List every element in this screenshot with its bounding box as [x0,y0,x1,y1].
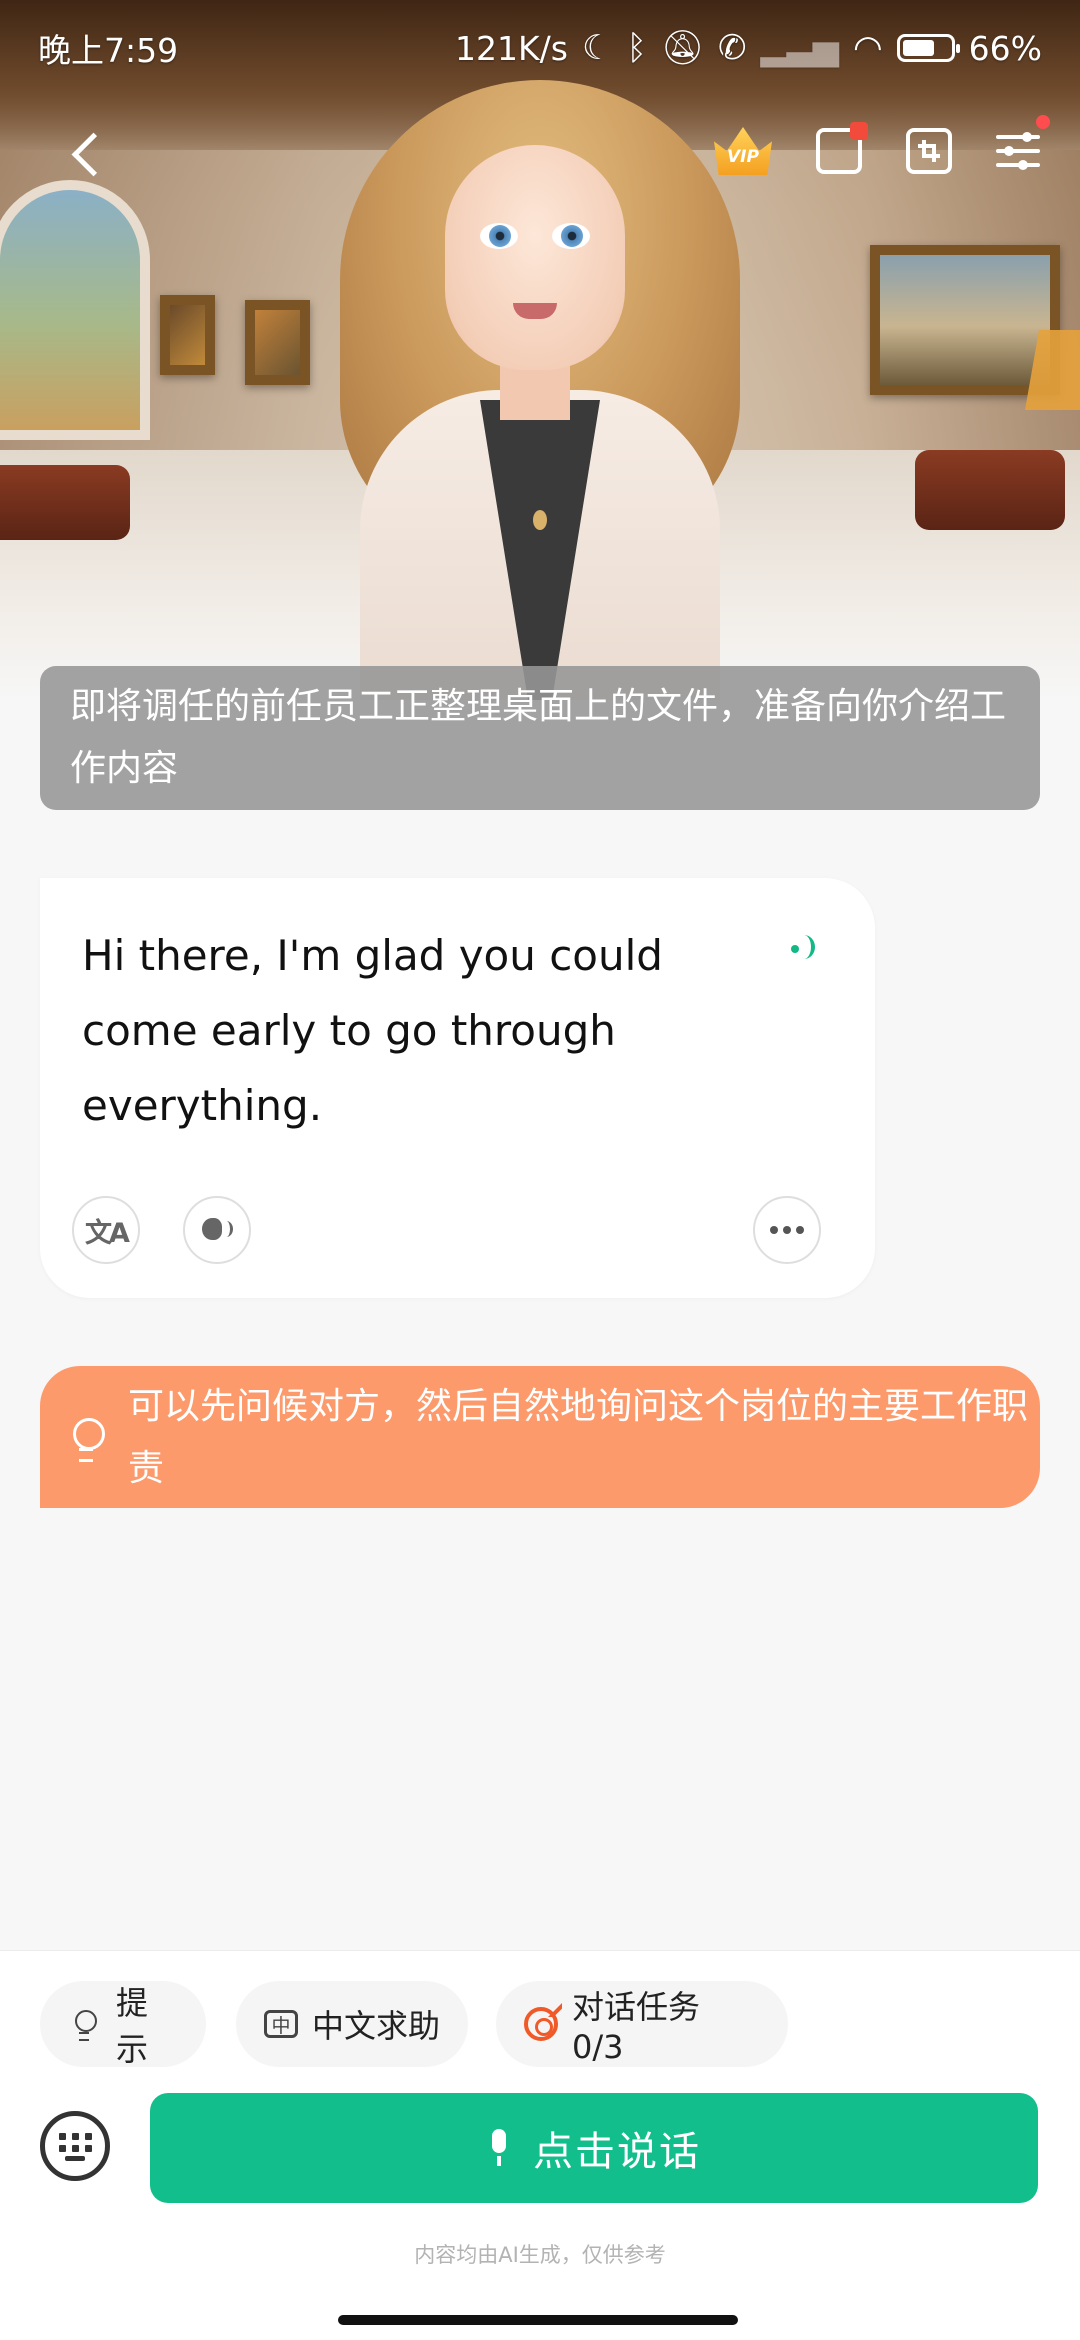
character-eye [480,223,518,249]
status-icons: 121K/s ☾ ᛒ 🔕︎ ✆ ▂▃▅ ◠ 66% [455,29,1042,68]
more-button[interactable] [753,1196,821,1264]
call-off-icon: ✆ [718,28,747,68]
ai-message-bubble[interactable]: Hi there, I'm glad you could come early … [40,878,875,1298]
battery-level: 66% [968,28,1042,68]
translate-icon: 文A [85,1217,130,1249]
character-mouth [513,303,557,319]
status-net-speed: 121K/s [455,28,568,68]
character-pendant [533,510,547,530]
shrink-icon[interactable] [906,128,952,174]
bluetooth-icon: ᛒ [626,28,647,68]
top-actions: VIP [714,115,1050,175]
status-bar: 晚上7:59 121K/s ☾ ᛒ 🔕︎ ✆ ▂▃▅ ◠ 66% [0,0,1080,96]
battery-icon [896,34,960,62]
voice-button[interactable] [183,1196,251,1264]
hint-chip-label: 提示 [116,1984,149,2068]
translate-button[interactable]: 文A [72,1196,140,1264]
settings-icon[interactable] [996,115,1050,173]
status-time: 晚上7:59 [38,31,179,70]
hint-text: 可以先问候对方，然后自然地询问这个岗位的主要工作职责 [128,1386,1029,1489]
lightbulb-icon [68,1416,105,1462]
scene-caption: 即将调任的前任员工正整理桌面上的文件，准备向你介绍工作内容 [40,666,1040,810]
hint-chip-button[interactable]: 提示 [40,1981,206,2068]
signal-icon: ▂▃▅ [760,28,839,68]
ai-disclaimer: 内容均由AI生成，仅供参考 [414,2243,666,2267]
chinese-help-button[interactable]: 中文求助 [236,1981,468,2067]
keyboard-icon[interactable] [40,2111,110,2181]
microphone-icon [487,2129,511,2167]
vip-label: VIP [727,147,759,167]
scene-sofa [915,450,1065,530]
bottom-panel: 提示 中文求助 对话任务 0/3 点击说话 内容均由AI生成，仅供参考 [0,1950,1080,2340]
lightbulb-icon [68,2007,102,2041]
wifi-icon: ◠ [852,28,883,68]
scene-background [0,0,1080,700]
more-icon [770,1226,804,1234]
share-icon[interactable] [816,122,868,174]
tap-to-talk-button[interactable]: 点击说话 [150,2093,1038,2203]
scene-sofa [0,465,130,540]
scene-painting [245,300,310,385]
character-eye [552,223,590,249]
voice-icon [202,1215,233,1245]
target-icon [524,2007,558,2041]
dialogue-task-label: 对话任务 0/3 [572,1988,701,2066]
ai-message-text: Hi there, I'm glad you could come early … [82,931,663,1130]
chinese-help-label: 中文求助 [312,2007,441,2045]
mute-bell-icon: 🔕︎ [660,28,705,68]
scene-window [0,180,150,440]
scene-painting [160,295,215,375]
top-toolbar: VIP [0,115,1080,195]
moon-icon: ☾ [581,28,613,68]
scene-painting [870,245,1060,395]
home-indicator[interactable] [338,2315,738,2325]
vip-crown-icon[interactable]: VIP [714,127,772,175]
dialogue-task-button[interactable]: 对话任务 0/3 [496,1981,788,2067]
chinese-help-icon [264,2010,298,2038]
tap-to-talk-label: 点击说话 [533,2129,701,2175]
hint-bubble: 可以先问候对方，然后自然地询问这个岗位的主要工作职责 [40,1366,1040,1508]
back-icon[interactable] [60,125,120,185]
speaking-icon[interactable] [791,933,815,967]
